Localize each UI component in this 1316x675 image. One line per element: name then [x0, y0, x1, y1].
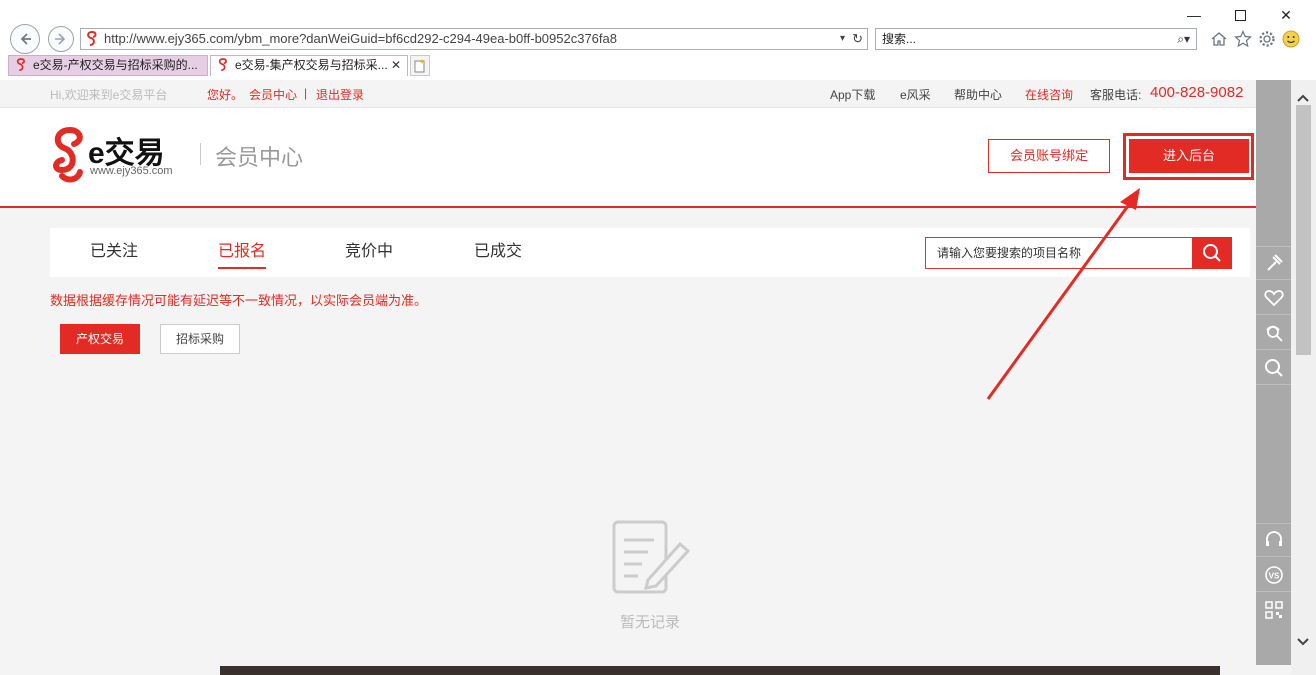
vs-compare-icon[interactable]: VS [1256, 558, 1291, 592]
browser-chrome: http://www.ejy365.com/ybm_more?danWeiGui… [0, 0, 1316, 80]
site-favicon-icon [85, 31, 99, 49]
close-window-icon[interactable]: ✕ [1276, 6, 1296, 24]
tab-completed[interactable]: 已成交 [474, 228, 522, 277]
floating-sidebar: VS [1256, 80, 1291, 665]
settings-gear-icon[interactable] [1256, 28, 1278, 50]
back-button[interactable] [10, 24, 40, 54]
member-center-link[interactable]: 会员中心 [249, 86, 297, 103]
headset-icon[interactable] [1256, 523, 1291, 557]
empty-state-text: 暂无记录 [619, 614, 680, 631]
top-utility-bar: Hi,欢迎来到e交易平台 您好。 会员中心 | 退出登录 App下载 e风采 帮… [0, 80, 1256, 108]
dropdown-icon[interactable]: ▾ [840, 29, 845, 49]
logo-url: www.ejy365.com [90, 165, 173, 177]
url-text: http://www.ejy365.com/ybm_more?danWeiGui… [104, 31, 617, 46]
tab-label: 已成交 [474, 243, 523, 260]
background-image-strip [220, 666, 1220, 675]
svg-text:VS: VS [1268, 571, 1279, 580]
minimize-icon[interactable]: — [1184, 6, 1204, 24]
separator: | [304, 86, 308, 100]
bind-account-button[interactable]: 会员账号绑定 [988, 139, 1110, 173]
phone-number: 400-828-9082 [1150, 84, 1244, 101]
search-icon [1203, 244, 1221, 262]
phone-label: 客服电话: [1090, 88, 1142, 102]
tab-bidding[interactable]: 竞价中 [345, 228, 393, 277]
close-tab-icon[interactable]: ✕ [391, 56, 401, 75]
section-title: 会员中心 [215, 145, 304, 170]
tab-label: 竞价中 [345, 243, 394, 260]
auction-hammer-icon[interactable] [1256, 246, 1291, 280]
tab-label: 已关注 [90, 243, 139, 260]
cache-notice: 数据根据缓存情况可能有延迟等不一致情况，以实际会员端为准。 [50, 293, 428, 308]
scroll-up-icon[interactable] [1296, 92, 1310, 106]
welcome-text: Hi,欢迎来到e交易平台 [50, 88, 168, 102]
tab-followed[interactable]: 已关注 [90, 228, 138, 277]
refresh-icon[interactable]: ↻ [852, 29, 863, 49]
search-icon[interactable]: ⌕▾ [1177, 29, 1190, 49]
annotation-arrow-icon [986, 188, 1140, 400]
filter-procurement-button[interactable]: 招标采购 [160, 324, 240, 354]
qr-code-icon[interactable] [1256, 593, 1291, 627]
hello-text: 您好。 [207, 88, 244, 102]
logo-mark-icon [53, 127, 83, 183]
e-fengcai-link[interactable]: e风采 [900, 86, 931, 103]
site-favicon-icon [15, 58, 27, 75]
app-download-link[interactable]: App下载 [830, 86, 875, 103]
search-icon[interactable] [1256, 351, 1291, 385]
browser-search-placeholder: 搜索... [882, 32, 917, 46]
browser-tab-2-active[interactable]: e交易-集产权交易与招标采... ✕ [210, 55, 408, 76]
active-tab-underline [218, 267, 267, 269]
forward-button[interactable] [48, 26, 74, 52]
new-tab-icon [414, 58, 425, 72]
logo[interactable] [50, 126, 86, 189]
browser-search-field[interactable]: 搜索... ⌕▾ [875, 28, 1197, 50]
page-viewport: Hi,欢迎来到e交易平台 您好。 会员中心 | 退出登录 App下载 e风采 帮… [0, 80, 1316, 675]
logout-link[interactable]: 退出登录 [316, 86, 364, 103]
favorites-star-icon[interactable] [1232, 28, 1254, 50]
help-center-link[interactable]: 帮助中心 [954, 86, 1002, 103]
site-favicon-icon [217, 58, 229, 76]
filter-property-trading-button[interactable]: 产权交易 [60, 324, 140, 354]
favorite-heart-icon[interactable] [1256, 281, 1291, 315]
enter-backend-button[interactable]: 进入后台 [1129, 139, 1249, 173]
browser-tab-1[interactable]: e交易-产权交易与招标采购的... [8, 55, 208, 76]
arrow-left-icon [20, 33, 31, 45]
maximize-icon[interactable] [1230, 6, 1250, 24]
online-consult-link[interactable]: 在线咨询 [1025, 86, 1073, 103]
customer-service-icon[interactable] [1256, 316, 1291, 350]
scrollbar-thumb[interactable] [1296, 105, 1311, 355]
feedback-smiley-icon[interactable] [1280, 28, 1302, 50]
address-bar[interactable]: http://www.ejy365.com/ybm_more?danWeiGui… [80, 28, 868, 50]
logo-divider [200, 143, 201, 165]
search-button[interactable] [1192, 237, 1232, 269]
document-edit-icon [608, 518, 692, 601]
tab-registered[interactable]: 已报名 [218, 228, 267, 277]
tab-title: e交易-集产权交易与招标采... [235, 58, 388, 72]
scroll-down-icon[interactable] [1296, 636, 1310, 650]
vertical-scrollbar[interactable] [1291, 80, 1316, 675]
home-icon[interactable] [1208, 28, 1230, 50]
tab-title: e交易-产权交易与招标采购的... [33, 58, 198, 72]
arrow-right-icon [55, 33, 66, 45]
new-tab-button[interactable] [410, 55, 430, 76]
tab-label: 已报名 [218, 243, 267, 260]
